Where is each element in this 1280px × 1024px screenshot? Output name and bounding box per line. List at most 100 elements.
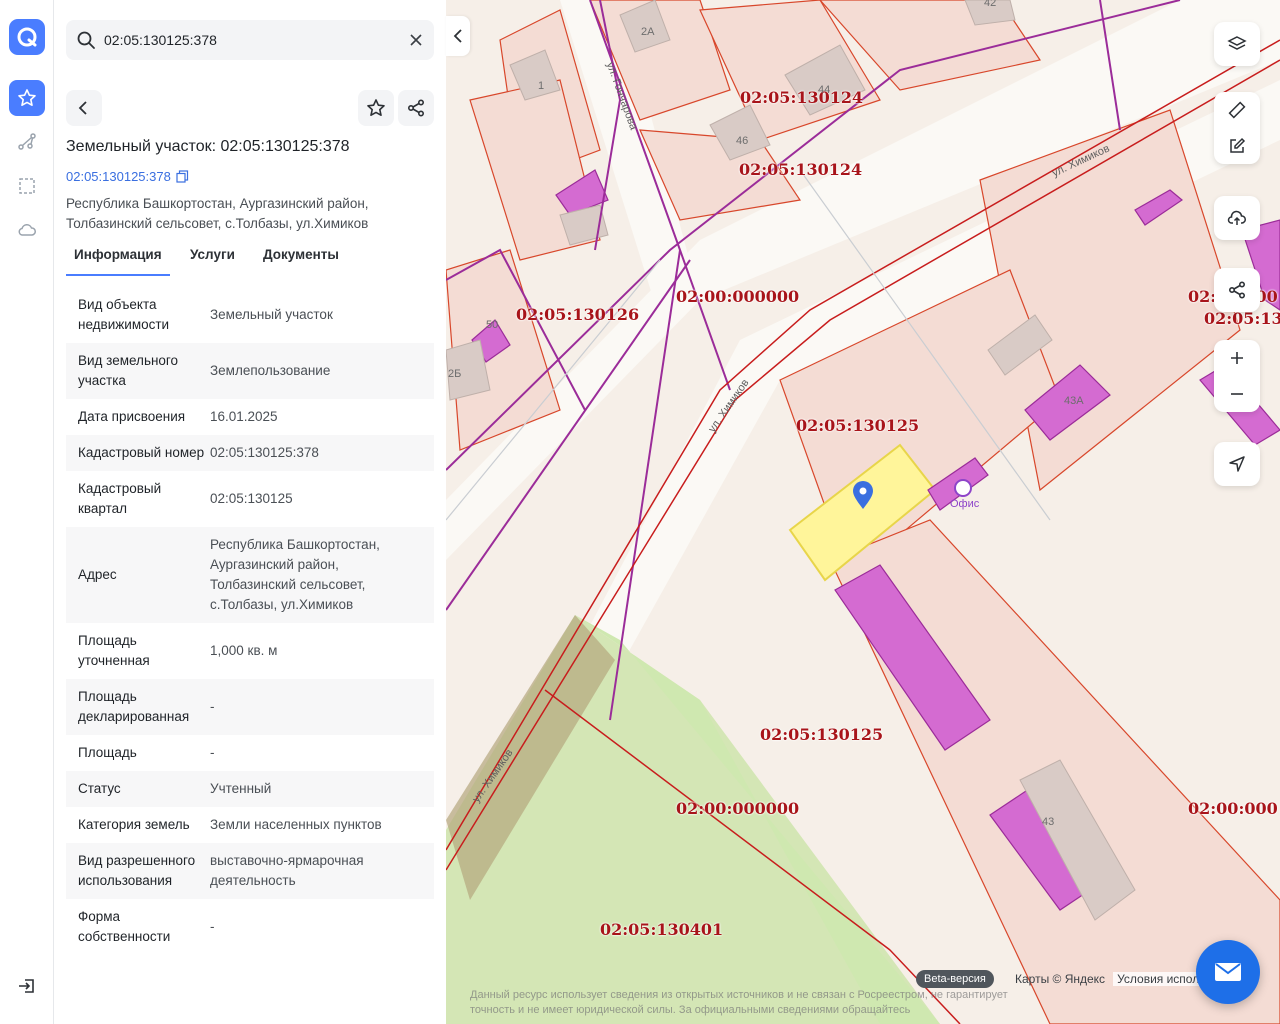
info-key: Площадь уточненная — [78, 633, 150, 668]
favorites-icon[interactable] — [9, 80, 45, 116]
add-favorite-button[interactable] — [358, 90, 394, 126]
quarter-label: 02:05:130126 — [516, 305, 640, 324]
share-icon — [407, 99, 425, 117]
building-number: 43 — [1042, 816, 1055, 828]
building-number: 46 — [736, 135, 749, 147]
building-number: 50 — [486, 319, 499, 331]
info-row: Дата присвоения 16.01.2025 — [66, 399, 434, 435]
map-canvas[interactable]: 02:05:130124 02:05:130124 02:00:000000 0… — [446, 0, 1280, 1024]
ruler-icon[interactable] — [1214, 92, 1260, 128]
building-number: 43А — [1064, 395, 1084, 407]
map-attribution: Карты © Яндекс Условия испол — [1015, 972, 1204, 986]
search-input[interactable] — [104, 20, 394, 60]
info-key: Вид разрешенного использования — [78, 853, 196, 888]
left-rail — [0, 0, 54, 1024]
quarter-label: 02:05:130125 — [796, 416, 920, 435]
info-key: Вид объекта недвижимости — [78, 297, 170, 332]
feedback-button[interactable] — [1196, 940, 1260, 1004]
star-icon — [367, 99, 385, 116]
disclaimer-text: Данный ресурс использует сведения из отк… — [470, 989, 1008, 1016]
info-key: Кадастровый номер — [78, 445, 205, 460]
copy-icon[interactable] — [176, 170, 189, 183]
chevron-left-icon — [78, 101, 87, 115]
beta-badge: Beta-версия — [916, 970, 994, 988]
info-row: Вид земельного участка Землепользование — [66, 343, 434, 399]
info-key: Кадастровый квартал — [78, 481, 162, 516]
layers-icon[interactable] — [1214, 22, 1260, 66]
building-number: 2Б — [448, 368, 462, 380]
cadastral-number-link[interactable]: 02:05:130125:378 — [66, 169, 189, 184]
info-key: Статус — [78, 781, 121, 796]
edit-icon[interactable] — [1214, 128, 1260, 164]
quarter-label: 02:05:130125 — [760, 725, 884, 744]
info-value: - — [210, 699, 215, 714]
tab-info[interactable]: Информация — [66, 240, 170, 276]
tab-bar: Информация Услуги Документы — [66, 240, 434, 276]
back-button[interactable] — [66, 90, 102, 126]
quarter-label: 02:05:130401 — [600, 920, 724, 939]
info-key: Вид земельного участка — [78, 353, 179, 388]
page-title: Земельный участок: 02:05:130125:378 — [66, 138, 350, 155]
zoom-out-icon[interactable] — [1214, 376, 1260, 412]
login-icon[interactable] — [9, 968, 45, 1004]
info-row: Статус Учтенный — [66, 771, 434, 807]
building-number: 44 — [818, 84, 831, 96]
building-number: 1 — [538, 80, 545, 92]
tab-services[interactable]: Услуги — [190, 240, 235, 276]
quarter-label: 02:05:130124 — [740, 88, 864, 107]
cloud-icon[interactable] — [9, 212, 45, 248]
info-key: Дата присвоения — [78, 409, 186, 424]
geolocation-control[interactable] — [1214, 442, 1260, 486]
share-map-control[interactable] — [1214, 268, 1260, 312]
poi-label[interactable]: Офис — [950, 498, 979, 510]
info-key: Категория земель — [78, 817, 190, 832]
building-number: 2А — [641, 26, 655, 38]
attribution-text[interactable]: Карты © Яндекс — [1015, 972, 1105, 986]
zoom-control — [1214, 340, 1260, 412]
search-icon — [76, 30, 96, 55]
search-bar — [66, 20, 434, 60]
quarter-label: 02:00:000 — [1188, 799, 1278, 818]
info-key: Форма собственности — [78, 909, 171, 944]
tab-documents[interactable]: Документы — [263, 240, 339, 276]
select-area-icon[interactable] — [9, 168, 45, 204]
info-row: Площадь уточненная 1,000 кв. м — [66, 623, 434, 679]
info-row: Кадастровый номер 02:05:130125:378 — [66, 435, 434, 471]
info-value: Земельный участок — [210, 307, 333, 322]
tools-control — [1214, 92, 1260, 164]
upload-cloud-icon[interactable] — [1214, 196, 1260, 240]
info-key: Адрес — [78, 567, 117, 582]
layers-control[interactable] — [1214, 22, 1260, 66]
terms-link[interactable]: Условия испол — [1113, 972, 1204, 986]
zoom-in-icon[interactable] — [1214, 340, 1260, 376]
object-panel: Земельный участок: 02:05:130125:378 02:0… — [54, 0, 446, 1024]
chevron-left-icon — [453, 29, 462, 43]
quarter-label: 02:00:000000 — [676, 799, 800, 818]
info-row: Кадастровый квартал 02:05:130125 — [66, 471, 434, 527]
app-logo[interactable] — [9, 19, 45, 55]
info-value: выставочно-ярмарочная деятельность — [210, 853, 364, 888]
info-row: Форма собственности - — [66, 899, 434, 955]
share-button[interactable] — [398, 90, 434, 126]
info-value: 1,000 кв. м — [210, 643, 278, 658]
info-row: Вид объекта недвижимости Земельный участо… — [66, 287, 434, 343]
route-icon[interactable] — [9, 124, 45, 160]
navigation-arrow-icon[interactable] — [1214, 442, 1260, 486]
share-icon[interactable] — [1214, 268, 1260, 312]
info-value: 02:05:130125:378 — [210, 445, 319, 460]
mail-icon — [1215, 963, 1241, 981]
collapse-panel-button[interactable] — [446, 16, 470, 56]
info-row: Площадь - — [66, 735, 434, 771]
info-value: - — [210, 919, 215, 934]
info-value: Землепользование — [210, 363, 331, 378]
info-key: Площадь декларированная — [78, 689, 190, 724]
info-value: 16.01.2025 — [210, 409, 278, 424]
quarter-label: 02:00:000000 — [676, 287, 800, 306]
map-layer — [446, 0, 1280, 1024]
info-table: Вид объекта недвижимости Земельный участо… — [66, 287, 434, 955]
info-row: Адрес Республика Башкортостан, Аургазинск… — [66, 527, 434, 623]
info-row: Вид разрешенного использования выставочно… — [66, 843, 434, 899]
info-row: Категория земель Земли населенных пунктов — [66, 807, 434, 843]
clear-icon[interactable] — [406, 30, 426, 50]
upload-control[interactable] — [1214, 196, 1260, 240]
